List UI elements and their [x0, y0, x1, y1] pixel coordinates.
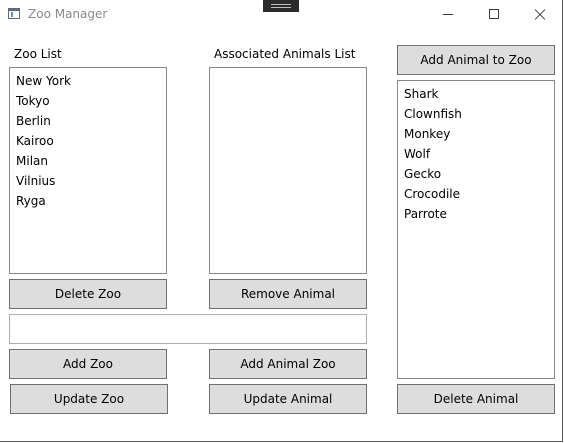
add-animal-to-zoo-button[interactable]: Add Animal to Zoo [397, 45, 555, 75]
zoo-manager-window: Zoo Manager Zoo List Associated Animals … [0, 0, 563, 442]
zoo-list-item[interactable]: Ryga [10, 191, 166, 211]
window-title: Zoo Manager [28, 7, 108, 21]
add-animal-zoo-button[interactable]: Add Animal Zoo [209, 349, 367, 379]
animal-list-item[interactable]: Shark [398, 84, 554, 104]
minimize-icon [443, 14, 453, 15]
zoo-list-item[interactable]: Tokyo [10, 91, 166, 111]
delete-zoo-button[interactable]: Delete Zoo [9, 279, 167, 309]
animal-list-item[interactable]: Clownfish [398, 104, 554, 124]
zoo-list-item[interactable]: Vilnius [10, 171, 166, 191]
delete-animal-button[interactable]: Delete Animal [397, 384, 555, 414]
close-icon [534, 8, 546, 20]
zoo-list-label: Zoo List [14, 47, 62, 61]
animal-list-item[interactable]: Monkey [398, 124, 554, 144]
zoo-list-item[interactable]: Milan [10, 151, 166, 171]
update-zoo-button[interactable]: Update Zoo [10, 384, 168, 414]
close-button[interactable] [517, 0, 563, 30]
animals-listbox[interactable]: Shark Clownfish Monkey Wolf Gecko Crocodile Pa… [397, 80, 555, 379]
name-input[interactable] [9, 314, 367, 344]
minimize-button[interactable] [425, 0, 471, 30]
associated-animals-listbox[interactable] [209, 67, 367, 274]
remove-animal-button[interactable]: Remove Animal [209, 279, 367, 309]
maximize-button[interactable] [471, 0, 517, 30]
drag-grip-handle[interactable] [263, 0, 299, 12]
update-animal-button[interactable]: Update Animal [209, 384, 367, 414]
zoo-list-item[interactable]: Berlin [10, 111, 166, 131]
animal-list-item[interactable]: Gecko [398, 164, 554, 184]
zoo-listbox[interactable]: New York Tokyo Berlin Kairoo Milan Vilnius Ryg… [9, 67, 167, 274]
app-window-icon [8, 8, 20, 19]
animal-list-item[interactable]: Wolf [398, 144, 554, 164]
associated-animals-label: Associated Animals List [214, 47, 356, 61]
zoo-list-item[interactable]: New York [10, 71, 166, 91]
add-zoo-button[interactable]: Add Zoo [9, 349, 167, 379]
animal-list-item[interactable]: Crocodile [398, 184, 554, 204]
animal-list-item[interactable]: Parrote [398, 204, 554, 224]
maximize-icon [489, 9, 499, 19]
zoo-list-item[interactable]: Kairoo [10, 131, 166, 151]
title-bar[interactable]: Zoo Manager [0, 0, 562, 30]
